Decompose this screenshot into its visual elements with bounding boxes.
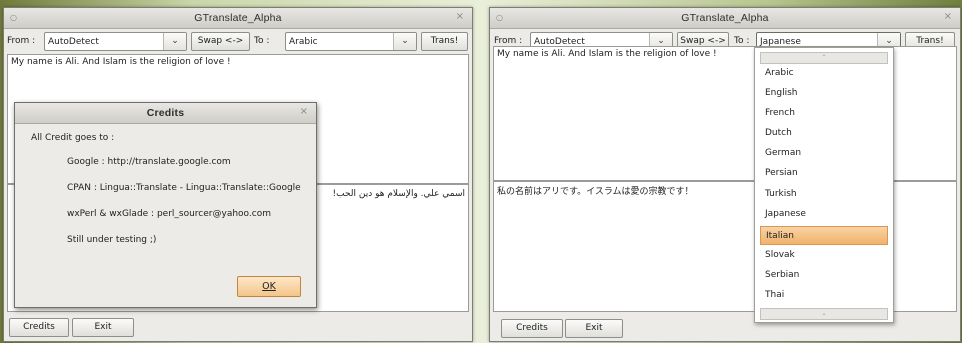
dropdown-option[interactable]: Serbian [760, 266, 888, 285]
from-language-select[interactable]: AutoDetect ⌄ [44, 32, 187, 51]
to-language-value: Arabic [289, 37, 318, 47]
chevron-down-icon[interactable]: ⌄ [393, 33, 416, 50]
result-text: 私の名前はアリです。イスラムは愛の宗教です！ [497, 187, 694, 197]
from-label: From : [7, 36, 36, 46]
dropdown-option[interactable]: German [760, 144, 888, 163]
translate-button[interactable]: Trans! [421, 32, 468, 51]
exit-button[interactable]: Exit [72, 318, 134, 337]
swap-button[interactable]: Swap <-> [191, 32, 250, 51]
credits-button[interactable]: Credits [501, 319, 563, 338]
bottom-bar: Credits Exit [4, 315, 472, 341]
credit-line: Google : http://translate.google.com [67, 157, 231, 167]
window-title: GTranslate_Alpha [194, 12, 282, 24]
from-language-value: AutoDetect [48, 37, 99, 47]
titlebar[interactable]: ○ GTranslate_Alpha × [490, 8, 960, 29]
close-icon[interactable]: × [456, 11, 464, 22]
chevron-down-icon[interactable]: ⌄ [163, 33, 186, 50]
dropdown-option[interactable]: English [760, 84, 888, 103]
toolbar: From : AutoDetect ⌄ Swap <-> To : Arabic… [4, 31, 472, 53]
dialog-title: Credits [146, 107, 185, 119]
chevron-down-icon: ⌄ [821, 310, 827, 317]
credit-line: wxPerl & wxGlade : perl_sourcer@yahoo.co… [67, 209, 271, 219]
exit-button[interactable]: Exit [565, 319, 623, 338]
to-label: To : [254, 36, 270, 46]
source-text: My name is Ali. And Islam is the religio… [11, 57, 231, 67]
close-icon[interactable]: × [300, 106, 308, 117]
titlebar[interactable]: ○ GTranslate_Alpha × [4, 8, 472, 29]
ok-label: OK [262, 281, 276, 292]
from-label: From : [494, 36, 523, 46]
credits-heading: All Credit goes to : [31, 133, 115, 143]
dropdown-option[interactable]: Thai [760, 286, 888, 305]
scroll-up-button[interactable]: ⌃ [760, 52, 888, 64]
chevron-up-icon: ⌃ [821, 54, 827, 61]
window-title: GTranslate_Alpha [681, 12, 769, 24]
credit-line: CPAN : Lingua::Translate - Lingua::Trans… [67, 183, 301, 193]
dropdown-option[interactable]: Dutch [760, 124, 888, 143]
dropdown-option[interactable]: Arabic [760, 64, 888, 83]
to-language-select[interactable]: Arabic ⌄ [285, 32, 417, 51]
language-dropdown-list: ⌃ Arabic English French Dutch German Per… [754, 47, 894, 323]
dropdown-option[interactable]: French [760, 104, 888, 123]
source-text: My name is Ali. And Islam is the religio… [497, 49, 717, 59]
dropdown-option[interactable]: Slovak [760, 246, 888, 265]
ok-button[interactable]: OK [237, 276, 301, 297]
result-text: اسمي علي. والإسلام هو دين الحب! [332, 189, 465, 199]
credits-dialog: Credits × All Credit goes to : Google : … [14, 102, 317, 308]
scroll-down-button[interactable]: ⌄ [760, 308, 888, 320]
dropdown-option[interactable]: Turkish [760, 185, 888, 204]
dropdown-option[interactable]: Japanese [760, 205, 888, 224]
dropdown-option-highlighted[interactable]: Italian [760, 226, 888, 245]
dialog-titlebar[interactable]: Credits × [15, 103, 316, 124]
credit-line: Still under testing ;) [67, 235, 157, 245]
to-label: To : [734, 36, 750, 46]
credits-button[interactable]: Credits [9, 318, 69, 337]
close-icon[interactable]: × [944, 11, 952, 22]
dropdown-option[interactable]: Persian [760, 164, 888, 183]
